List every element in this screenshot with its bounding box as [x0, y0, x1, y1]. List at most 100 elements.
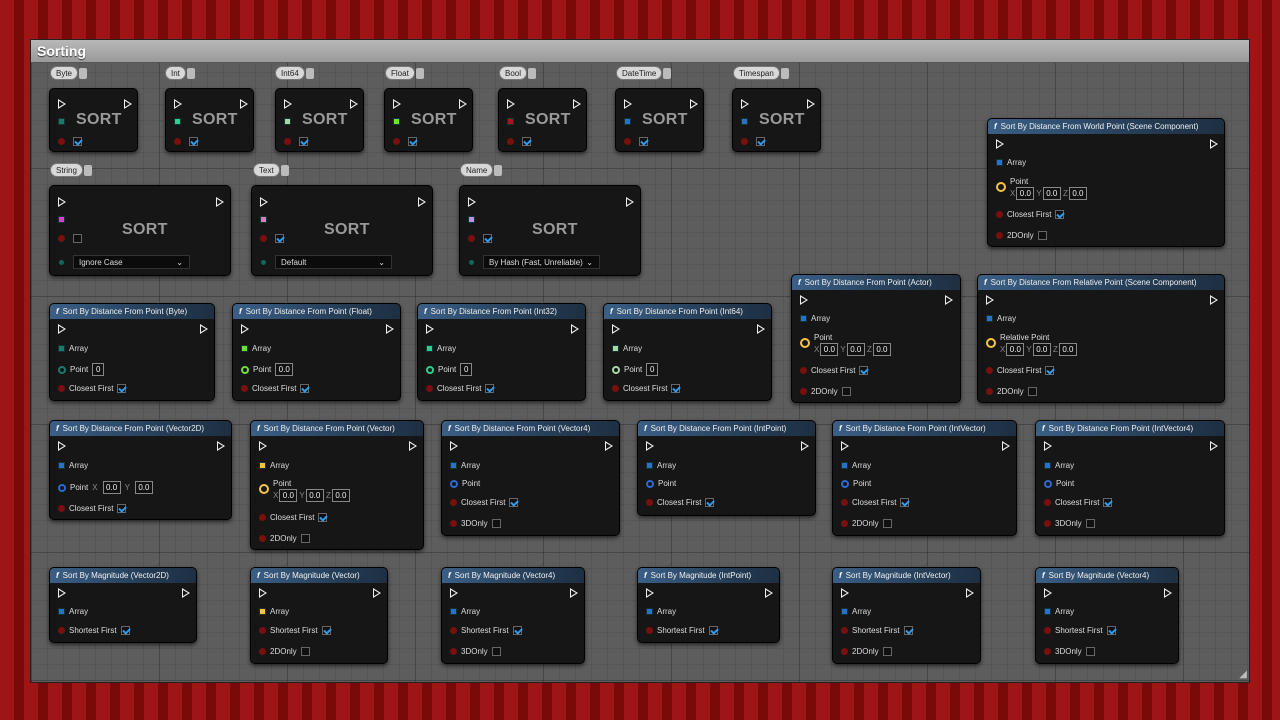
array-pin[interactable]	[174, 118, 181, 125]
exec-out-pin[interactable]	[605, 441, 613, 451]
sort-node-float[interactable]: SORT	[384, 88, 473, 152]
closest-first-checkbox[interactable]	[117, 504, 127, 513]
exec-in-pin[interactable]	[646, 441, 654, 451]
array-pin[interactable]	[393, 118, 400, 125]
bool-pin-icon[interactable]	[841, 499, 848, 506]
3donly-checkbox[interactable]	[491, 647, 501, 656]
array-pin-icon[interactable]	[259, 462, 266, 469]
point-y-input[interactable]: 0.0	[1032, 343, 1051, 356]
exec-out-pin[interactable]	[690, 99, 698, 109]
exec-out-pin[interactable]	[1002, 441, 1010, 451]
bool-pin-icon[interactable]	[450, 520, 457, 527]
sort-node-int[interactable]: SORT	[165, 88, 254, 152]
array-pin-icon[interactable]	[58, 462, 65, 469]
ascending-checkbox[interactable]	[299, 137, 308, 146]
bool-pin-icon[interactable]	[1044, 648, 1051, 655]
closest-first-checkbox[interactable]	[900, 498, 910, 507]
exec-out-pin[interactable]	[765, 588, 773, 598]
point-pin-icon[interactable]	[259, 484, 269, 494]
node-sort-point-intvector4[interactable]: f Sort By Distance From Point (IntVector4…	[1035, 420, 1225, 536]
exec-in-pin[interactable]	[986, 295, 994, 305]
bool-pin-icon[interactable]	[450, 648, 457, 655]
bool-pin-icon[interactable]	[841, 648, 848, 655]
comment-title-bar[interactable]: Sorting	[31, 40, 1249, 63]
exec-in-pin[interactable]	[841, 441, 849, 451]
3donly-checkbox[interactable]	[1085, 519, 1095, 528]
3donly-checkbox[interactable]	[491, 519, 501, 528]
point-input[interactable]: 0	[646, 363, 659, 376]
point-pin-icon[interactable]	[841, 479, 849, 488]
node-sort-point-vector2d[interactable]: f Sort By Distance From Point (Vector2D) …	[49, 420, 232, 520]
bool-pin-icon[interactable]	[450, 627, 457, 634]
exec-in-pin[interactable]	[259, 441, 267, 451]
exec-in-pin[interactable]	[58, 441, 66, 451]
exec-out-pin[interactable]	[240, 99, 248, 109]
exec-in-pin[interactable]	[996, 139, 1004, 149]
array-pin-icon[interactable]	[259, 608, 266, 615]
bool-pin[interactable]	[260, 235, 267, 242]
ascending-checkbox[interactable]	[408, 137, 417, 146]
tag-byte[interactable]: Byte	[50, 66, 88, 80]
node-sort-world-point-scene-component[interactable]: f Sort By Distance From World Point (Scen…	[987, 118, 1225, 247]
bool-pin-icon[interactable]	[1044, 627, 1051, 634]
exec-in-pin[interactable]	[174, 99, 182, 109]
bool-pin-icon[interactable]	[450, 499, 457, 506]
closest-first-checkbox[interactable]	[318, 513, 328, 522]
bool-pin-icon[interactable]	[259, 627, 266, 634]
2donly-checkbox[interactable]	[300, 534, 310, 543]
array-pin-icon[interactable]	[646, 462, 653, 469]
exec-out-pin[interactable]	[626, 197, 634, 207]
sort-node-datetime[interactable]: SORT	[615, 88, 704, 152]
enum-pin[interactable]	[261, 260, 266, 265]
exec-in-pin[interactable]	[393, 99, 401, 109]
point-x-input[interactable]: 0.0	[1016, 187, 1035, 200]
sort-node-byte[interactable]: SORT	[49, 88, 138, 152]
sort-node-int64[interactable]: SORT	[275, 88, 364, 152]
bool-pin-icon[interactable]	[58, 385, 65, 392]
closest-first-checkbox[interactable]	[1103, 498, 1113, 507]
closest-first-checkbox[interactable]	[705, 498, 715, 507]
bool-pin-icon[interactable]	[986, 367, 993, 374]
ascending-checkbox[interactable]	[73, 137, 82, 146]
shortest-first-checkbox[interactable]	[120, 626, 130, 635]
point-z-input[interactable]: 0.0	[1058, 343, 1077, 356]
array-pin-icon[interactable]	[58, 345, 65, 352]
bool-pin[interactable]	[468, 235, 475, 242]
node-sort-point-intpoint[interactable]: f Sort By Distance From Point (IntPoint) …	[637, 420, 816, 516]
exec-out-pin[interactable]	[216, 197, 224, 207]
tag-text[interactable]: Text	[253, 163, 289, 177]
point-pin-icon[interactable]	[426, 365, 434, 374]
point-y-input[interactable]: 0.0	[134, 481, 153, 494]
tag-int[interactable]: Int	[165, 66, 195, 80]
point-y-input[interactable]: 0.0	[1042, 187, 1061, 200]
exec-out-pin[interactable]	[200, 324, 208, 334]
exec-out-pin[interactable]	[350, 99, 358, 109]
exec-in-pin[interactable]	[612, 324, 620, 334]
shortest-first-checkbox[interactable]	[1106, 626, 1116, 635]
tag-float[interactable]: Float	[385, 66, 424, 80]
point-pin-icon[interactable]	[58, 483, 66, 492]
point-z-input[interactable]: 0.0	[872, 343, 891, 356]
ascending-checkbox[interactable]	[189, 137, 198, 146]
point-x-input[interactable]: 0.0	[102, 481, 121, 494]
node-sort-point-intvector[interactable]: f Sort By Distance From Point (IntVector)…	[832, 420, 1017, 536]
2donly-checkbox[interactable]	[1027, 387, 1037, 396]
node-sort-magnitude-vector4[interactable]: f Sort By Magnitude (Vector4) Array Short…	[441, 567, 585, 664]
bool-pin[interactable]	[174, 138, 181, 145]
tag-bool[interactable]: Bool	[499, 66, 537, 80]
bool-pin-icon[interactable]	[259, 514, 266, 521]
bool-pin[interactable]	[741, 138, 748, 145]
exec-in-pin[interactable]	[1044, 441, 1052, 451]
bool-pin-icon[interactable]	[259, 535, 266, 542]
array-pin-icon[interactable]	[986, 315, 993, 322]
shortest-first-checkbox[interactable]	[321, 626, 331, 635]
array-pin-icon[interactable]	[1044, 608, 1051, 615]
closest-first-checkbox[interactable]	[509, 498, 519, 507]
closest-first-checkbox[interactable]	[671, 384, 681, 393]
point-z-input[interactable]: 0.0	[1068, 187, 1087, 200]
node-sort-magnitude-vector[interactable]: f Sort By Magnitude (Vector) Array Shorte…	[250, 567, 388, 664]
node-sort-magnitude-intvector[interactable]: f Sort By Magnitude (IntVector) Array Sho…	[832, 567, 981, 664]
text-comparison-dropdown[interactable]: Default ⌄	[275, 255, 392, 269]
array-pin[interactable]	[468, 216, 475, 223]
bool-pin-icon[interactable]	[841, 520, 848, 527]
